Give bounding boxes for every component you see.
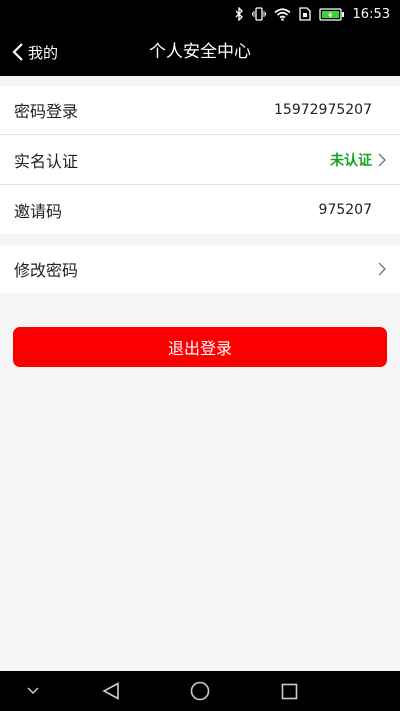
row-label: 密码登录 xyxy=(14,102,79,121)
logout-button[interactable]: 退出登录 xyxy=(13,327,387,367)
back-button[interactable]: 我的 xyxy=(12,28,58,76)
phone-number: 15972975207 xyxy=(274,102,372,118)
row-label: 实名认证 xyxy=(14,151,79,171)
row-label: 修改密码 xyxy=(14,261,79,280)
password-login-row: 密码登录 15972975207 xyxy=(0,86,400,134)
invite-code: 975207 xyxy=(318,201,372,218)
home-circle-icon[interactable] xyxy=(185,671,215,711)
bluetooth-icon xyxy=(235,7,244,21)
chevron-down-icon[interactable] xyxy=(18,671,48,711)
back-triangle-icon[interactable] xyxy=(96,671,126,711)
row-label: 邀请码 xyxy=(14,201,63,221)
battery-icon xyxy=(318,7,345,21)
password-group: 修改密码 xyxy=(0,245,400,293)
invite-code-row: 邀请码 975207 xyxy=(0,184,400,234)
wifi-icon xyxy=(274,7,291,21)
chevron-right-icon xyxy=(378,153,386,167)
page-title: 个人安全中心 xyxy=(149,42,251,62)
verify-status: 未认证 xyxy=(330,152,372,169)
status-time: 16:53 xyxy=(352,6,390,22)
chevron-right-icon xyxy=(378,262,386,276)
vibrate-icon xyxy=(251,7,266,21)
status-bar: 16:53 xyxy=(0,0,400,28)
system-nav-bar xyxy=(0,671,400,711)
change-password-row[interactable]: 修改密码 xyxy=(0,245,400,293)
real-name-verify-row[interactable]: 实名认证 未认证 xyxy=(0,134,400,184)
sim-icon xyxy=(298,7,311,21)
recents-square-icon[interactable] xyxy=(274,671,304,711)
account-info-group: 密码登录 15972975207 实名认证 未认证 邀请码 975207 xyxy=(0,86,400,234)
chevron-left-icon xyxy=(12,43,24,61)
header: 我的 个人安全中心 xyxy=(0,28,400,76)
back-label: 我的 xyxy=(28,43,59,62)
